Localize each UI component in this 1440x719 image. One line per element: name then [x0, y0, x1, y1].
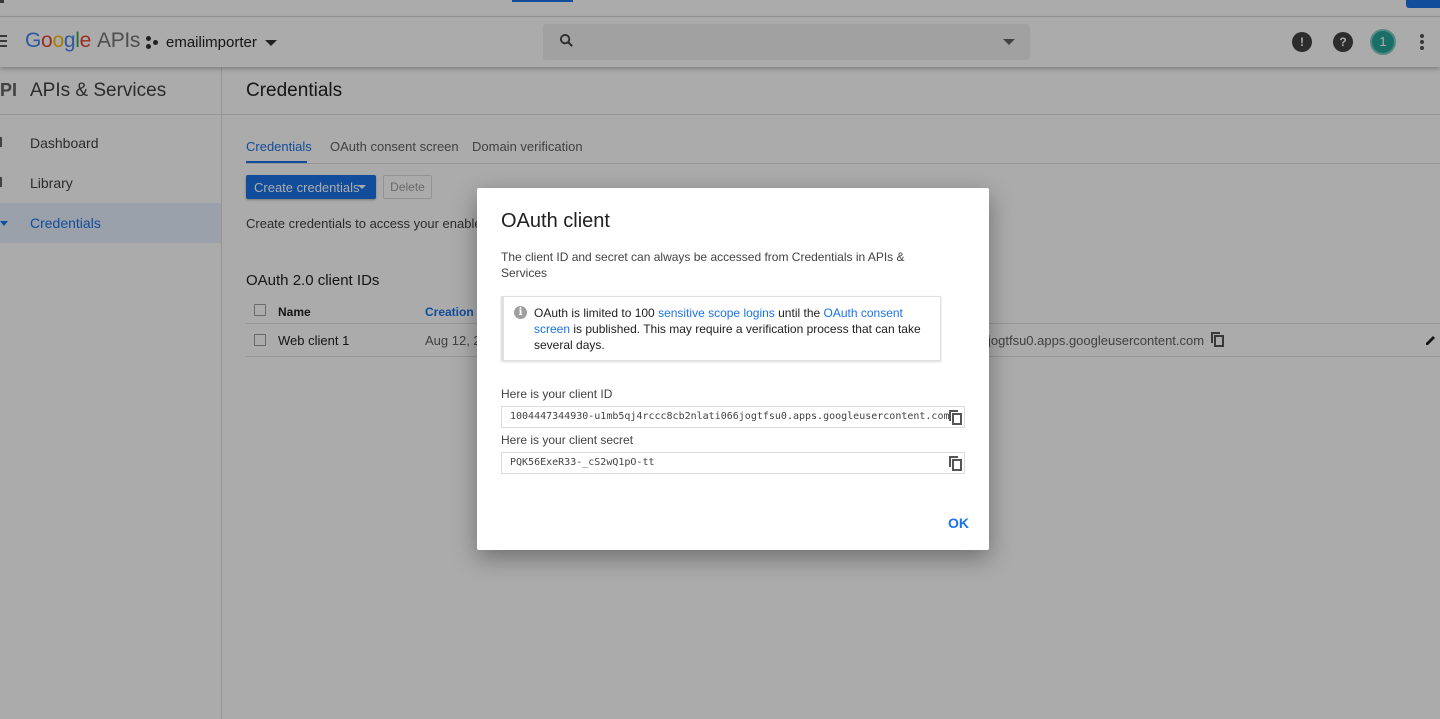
client-id-field[interactable]: 1004447344930-u1mb5qj4rccc8cb2nlati066jo… — [501, 406, 965, 428]
info-text: OAuth is limited to 100 sensitive scope … — [534, 306, 921, 352]
dialog-title: OAuth client — [501, 210, 610, 232]
client-secret-value[interactable]: PQK56ExeR33-_cS2wQ1pO-tt — [510, 457, 655, 468]
copy-client-id-icon[interactable] — [949, 410, 963, 426]
client-secret-label: Here is your client secret — [501, 433, 634, 447]
info-callout: i OAuth is limited to 100 sensitive scop… — [501, 296, 941, 361]
ok-button[interactable]: OK — [948, 515, 969, 531]
client-id-value[interactable]: 1004447344930-u1mb5qj4rccc8cb2nlati066jo… — [510, 411, 950, 422]
copy-client-secret-icon[interactable] — [949, 456, 963, 472]
info-icon: i — [514, 306, 527, 319]
dialog-description: The client ID and secret can always be a… — [501, 250, 905, 280]
client-id-label: Here is your client ID — [501, 387, 613, 401]
sensitive-scope-link[interactable]: sensitive scope logins — [658, 306, 775, 320]
client-secret-field[interactable]: PQK56ExeR33-_cS2wQ1pO-tt — [501, 452, 965, 474]
oauth-client-dialog: OAuth client The client ID and secret ca… — [477, 188, 989, 550]
